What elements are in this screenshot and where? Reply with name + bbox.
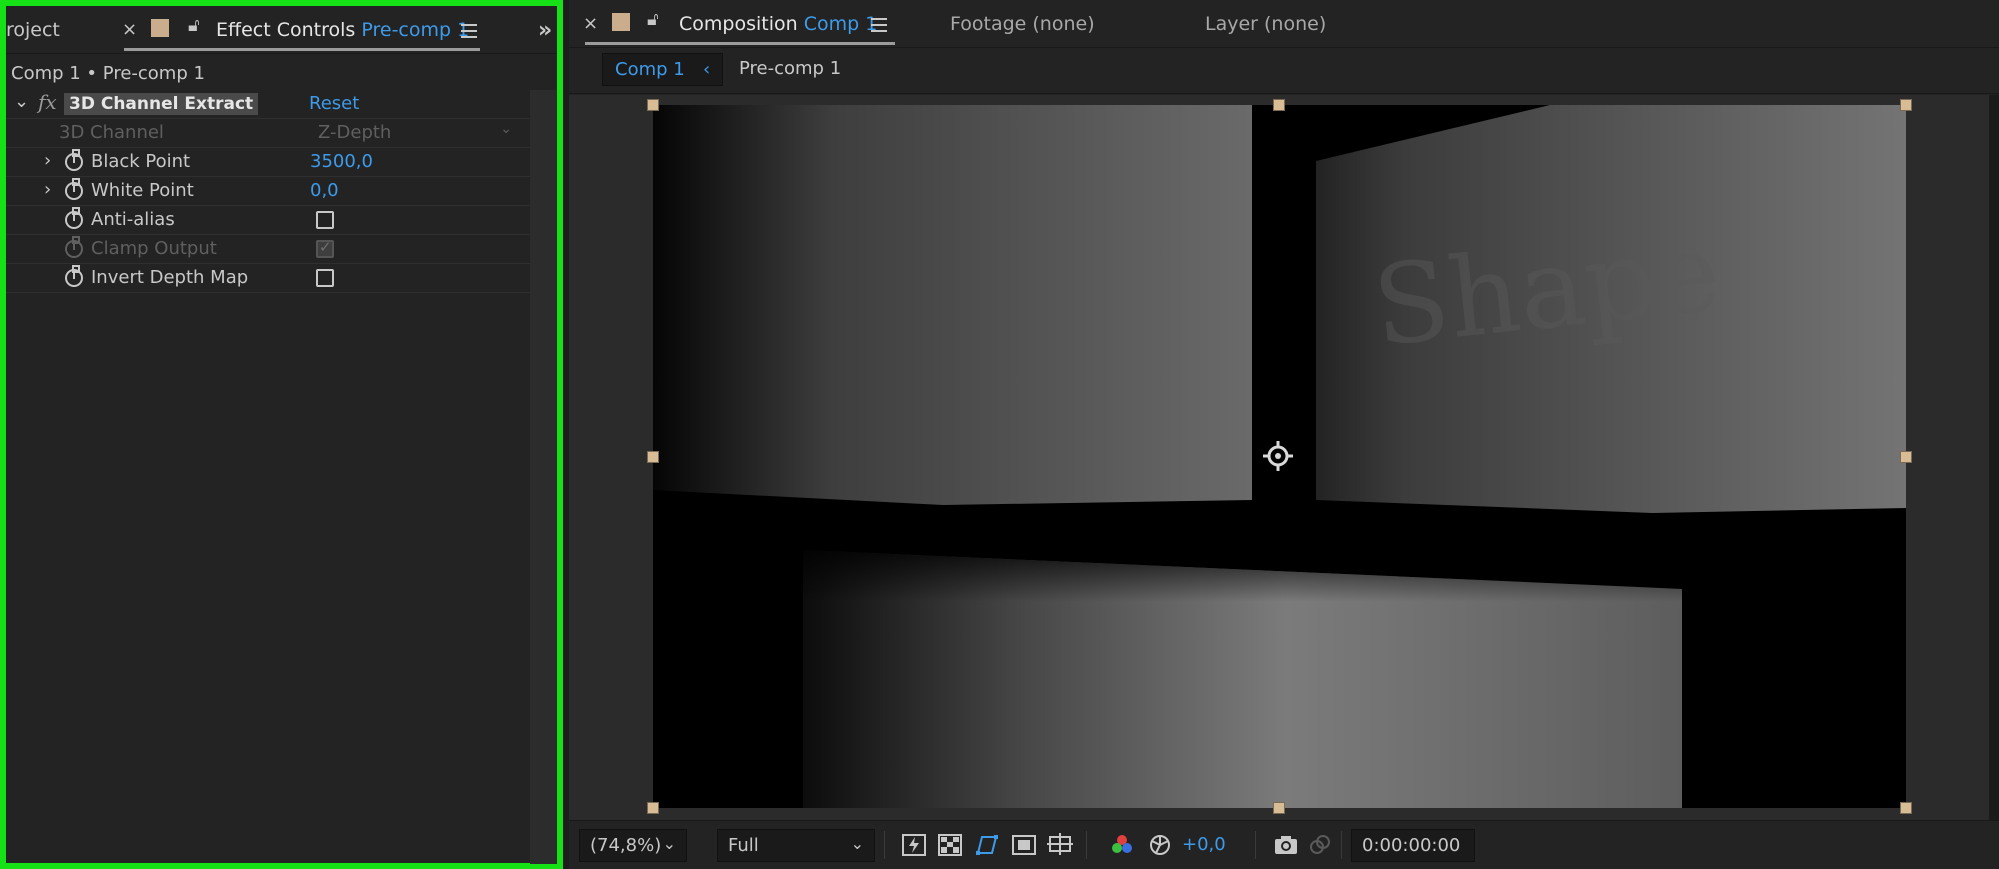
channel-icon[interactable]: [1109, 833, 1135, 857]
resolution-value: Full: [728, 835, 759, 856]
param-row-clamp-output: Clamp Output: [6, 235, 530, 264]
twirl-down-icon[interactable]: ⌄: [14, 91, 29, 112]
shape-block-top-left: [653, 105, 1252, 505]
zoom-select[interactable]: (74,8%) ⌄: [579, 829, 687, 862]
transparency-grid-icon[interactable]: [937, 833, 963, 857]
grid-guides-icon[interactable]: [1047, 833, 1073, 857]
reset-button[interactable]: Reset: [309, 93, 359, 114]
transform-handle[interactable]: [647, 451, 659, 463]
tab-effect-controls-label: Effect Controls: [216, 19, 356, 41]
chevron-down-icon: ⌄: [662, 834, 676, 853]
close-icon[interactable]: ×: [583, 13, 598, 34]
effect-controls-panel: roject × 🔓︎ Effect Controls Pre-comp 1 »…: [0, 0, 563, 869]
param-row-anti-alias: Anti-alias: [6, 206, 530, 235]
transform-handle[interactable]: [647, 99, 659, 111]
lock-icon[interactable]: 🔓︎: [647, 9, 659, 30]
param-row-3d-channel: 3D Channel Z-Depth ⌄: [6, 119, 530, 148]
twirl-right-icon[interactable]: ›: [44, 179, 51, 200]
composition-panel: × 🔓︎ Composition Comp 1 Footage (none) L…: [569, 0, 1999, 869]
channel-select-value: Z-Depth: [318, 122, 392, 143]
active-tab-indicator: [124, 48, 480, 51]
anti-alias-checkbox[interactable]: [316, 211, 334, 229]
zoom-value: (74,8%): [590, 835, 662, 856]
flow-active-label: Comp 1: [615, 59, 685, 80]
black-point-value[interactable]: 3500,0: [310, 151, 373, 172]
tab-effect-controls[interactable]: Effect Controls Pre-comp 1: [216, 19, 469, 41]
transform-handle[interactable]: [1900, 802, 1912, 814]
effect-name[interactable]: 3D Channel Extract: [64, 93, 259, 115]
double-chevron-icon[interactable]: »: [538, 18, 552, 43]
fx-icon[interactable]: fx: [38, 90, 57, 114]
anchor-point-icon[interactable]: [1263, 441, 1293, 471]
mask-path-visibility-icon[interactable]: [974, 833, 1000, 857]
fast-previews-icon[interactable]: [901, 833, 927, 857]
panel-tab-bar: roject × 🔓︎ Effect Controls Pre-comp 1 »: [6, 6, 557, 54]
viewer-scrollbar[interactable]: [1989, 95, 1999, 820]
transform-handle[interactable]: [1900, 99, 1912, 111]
tab-composition[interactable]: Composition Comp 1: [679, 13, 877, 35]
flow-item-active[interactable]: Comp 1 ‹: [602, 53, 723, 86]
twirl-right-icon[interactable]: ›: [44, 150, 51, 171]
param-row-black-point[interactable]: › Black Point 3500,0: [6, 148, 530, 177]
clamp-output-checkbox: [316, 238, 334, 258]
tab-composition-target: Comp 1: [803, 13, 878, 35]
stopwatch-icon[interactable]: [65, 265, 83, 287]
region-of-interest-icon[interactable]: [1011, 833, 1037, 857]
param-label: Anti-alias: [91, 209, 175, 230]
param-row-white-point[interactable]: › White Point 0,0: [6, 177, 530, 206]
camera-icon[interactable]: [1273, 833, 1299, 857]
param-label: White Point: [91, 180, 194, 201]
transform-handle[interactable]: [1900, 451, 1912, 463]
param-label: Black Point: [91, 151, 191, 172]
active-tab-indicator: [585, 42, 895, 45]
flow-item-next[interactable]: Pre-comp 1: [739, 58, 841, 79]
label-color-swatch[interactable]: [612, 13, 630, 31]
vertical-scrollbar[interactable]: [530, 90, 557, 864]
stopwatch-icon: [65, 236, 83, 258]
breadcrumb: Comp 1 • Pre-comp 1: [11, 63, 205, 84]
tab-footage[interactable]: Footage (none): [950, 13, 1095, 35]
viewer-toolbar: (74,8%) ⌄ Full ⌄ +0,0 0:00:00:00: [569, 820, 1999, 869]
param-label: Clamp Output: [91, 238, 217, 259]
effect-header-row[interactable]: ⌄ fx 3D Channel Extract Reset: [6, 90, 530, 119]
timecode-display[interactable]: 0:00:00:00: [1351, 829, 1475, 862]
flow-back-icon[interactable]: ‹: [703, 59, 710, 80]
transform-handle[interactable]: [1273, 802, 1285, 814]
stopwatch-icon[interactable]: [65, 207, 83, 229]
panel-menu-icon[interactable]: [871, 18, 887, 32]
stopwatch-icon[interactable]: [65, 178, 83, 200]
tab-composition-label: Composition: [679, 13, 798, 35]
transform-handle[interactable]: [647, 802, 659, 814]
close-icon[interactable]: ×: [122, 19, 137, 40]
tab-project[interactable]: roject: [6, 19, 60, 41]
composition-navigator: Comp 1 ‹ Pre-comp 1: [569, 48, 1999, 94]
show-snapshot-icon: [1310, 835, 1330, 854]
chevron-down-icon: ⌄: [500, 121, 512, 137]
white-point-value[interactable]: 0,0: [310, 180, 339, 201]
exposure-value[interactable]: +0,0: [1182, 834, 1226, 855]
stopwatch-icon[interactable]: [65, 149, 83, 171]
panel-tab-bar: × 🔓︎ Composition Comp 1 Footage (none) L…: [569, 0, 1999, 48]
color-management-icon[interactable]: [1147, 833, 1173, 857]
resolution-select[interactable]: Full ⌄: [717, 829, 875, 862]
param-label: 3D Channel: [59, 122, 164, 143]
tab-layer[interactable]: Layer (none): [1205, 13, 1326, 35]
panel-menu-icon[interactable]: [461, 24, 477, 38]
tab-effect-target: Pre-comp 1: [361, 19, 470, 41]
param-row-invert-depth-map: Invert Depth Map: [6, 264, 530, 293]
effect-properties-list: ⌄ fx 3D Channel Extract Reset 3D Channel…: [6, 90, 530, 864]
param-label: Invert Depth Map: [91, 267, 249, 288]
invert-depth-map-checkbox[interactable]: [316, 269, 334, 287]
lock-icon[interactable]: 🔓︎: [188, 15, 200, 36]
chevron-down-icon: ⌄: [850, 834, 864, 853]
transform-handle[interactable]: [1273, 99, 1285, 111]
composition-viewer[interactable]: Shape: [569, 95, 1989, 820]
label-color-swatch[interactable]: [151, 19, 169, 37]
channel-select: Z-Depth ⌄: [310, 121, 520, 143]
